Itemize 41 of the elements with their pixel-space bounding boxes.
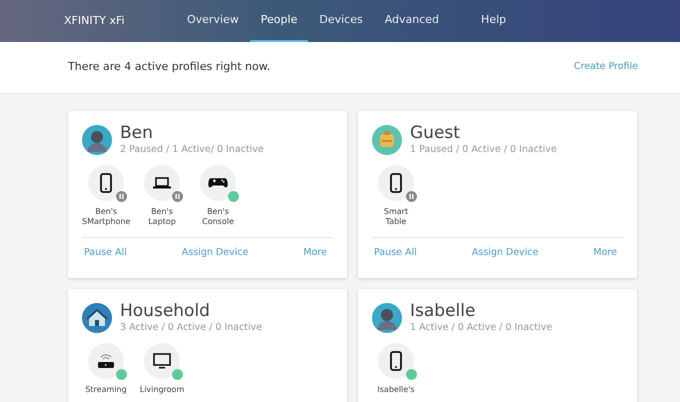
profile-name: Isabelle xyxy=(410,302,476,321)
device-name: Ben's Console xyxy=(202,206,234,228)
profile-status: 1 Paused / 0 Active / 0 Inactive xyxy=(410,142,557,157)
tv-icon xyxy=(152,350,172,371)
active-profiles-message: There are 4 active profiles right now. xyxy=(68,59,270,76)
create-profile-link[interactable]: Create Profile xyxy=(574,60,638,75)
device-name: Isabelle's xyxy=(377,384,415,396)
device-button[interactable] xyxy=(200,164,236,201)
profile-name: Ben xyxy=(120,124,154,143)
person-avatar-icon xyxy=(372,303,402,334)
nav-tab[interactable]: Overview xyxy=(176,0,250,42)
house-avatar-icon xyxy=(82,303,112,334)
profile-name: Household xyxy=(120,302,211,321)
device-button[interactable] xyxy=(378,342,414,379)
device-button[interactable] xyxy=(88,164,124,201)
profile-name: Guest xyxy=(410,124,461,143)
device-button[interactable] xyxy=(144,164,180,201)
nav-tab[interactable]: Help xyxy=(470,0,518,42)
profile-action-link[interactable]: Pause All xyxy=(374,246,417,260)
device-name: Streaming xyxy=(85,384,127,396)
profile-status: 1 Active / 0 Active / 0 Inactive xyxy=(410,320,552,335)
profile-action-link[interactable]: More xyxy=(303,246,327,260)
device-button[interactable] xyxy=(378,164,414,201)
device-name: Ben's SMartphone xyxy=(82,206,130,228)
brand-logo[interactable]: XFINITY xFi xyxy=(64,12,176,30)
person-avatar-icon xyxy=(82,125,112,156)
nav-tab[interactable]: Advanced xyxy=(374,0,450,42)
device-button[interactable] xyxy=(144,342,180,379)
profile-action-link[interactable]: Pause All xyxy=(84,246,127,260)
profile-action-link[interactable]: Assign Device xyxy=(472,246,538,260)
device-button[interactable] xyxy=(88,342,124,379)
gamepad-icon xyxy=(208,178,228,188)
nav-tab[interactable]: Devices xyxy=(308,0,374,42)
profile-status: 3 Active / 0 Active / 0 Inactive xyxy=(120,320,262,335)
device-name: Livingroom xyxy=(140,384,184,396)
profile-action-link[interactable]: More xyxy=(593,246,617,260)
profile-action-link[interactable]: Assign Device xyxy=(182,246,248,260)
profile-status: 2 Paused / 1 Active/ 0 Inactive xyxy=(120,142,264,157)
device-name: Ben's Laptop xyxy=(148,206,176,228)
backpack-avatar-icon xyxy=(372,125,402,156)
device-name: Smart Table xyxy=(384,206,408,228)
